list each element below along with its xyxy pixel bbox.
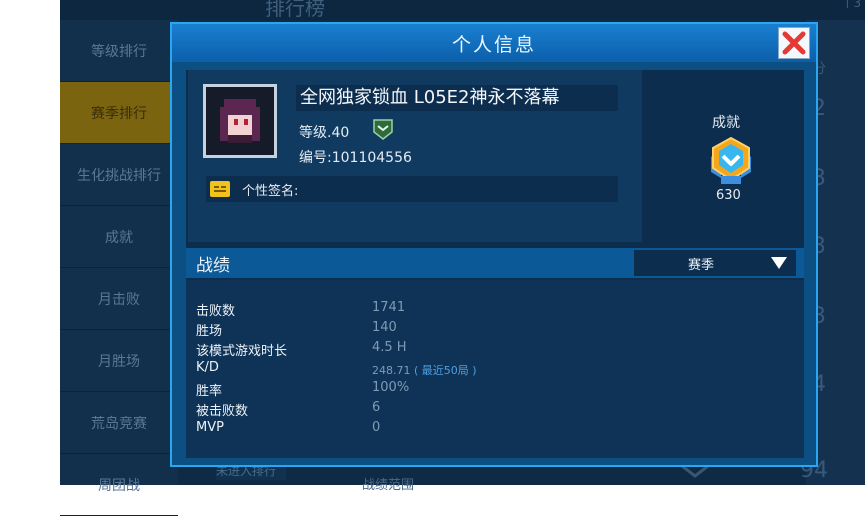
stat-value: 6 [372,400,381,415]
season-selected-label: 赛季 [688,258,715,273]
sidebar-item-weekly-team[interactable]: 周团战 [60,454,178,516]
stats-title: 战绩 [196,256,230,276]
close-button[interactable] [778,27,810,59]
sidebar-item-level-rank[interactable]: 等级排行 [60,20,178,82]
stats-table: 击败数 1741 胜场 140 该模式游戏时长 4.5 H K/D 248.71… [186,280,804,458]
signature-field: 个性签名: [206,176,618,202]
modal-content: 全网独家锁血 L05E2神永不落幕 等级.40 编号:101104556 个性签 [186,70,804,458]
stat-value: 1741 [372,300,406,315]
modal-title: 个人信息 [451,33,536,56]
stat-label: MVP [196,420,224,435]
leaderboard-sidebar: 等级排行 赛季排行 生化挑战排行 成就 月击败 月胜场 荒岛竞赛 周团战 [60,20,178,516]
leaderboard-header: 排行榜 ㄒ3 [60,0,865,20]
avatar[interactable] [203,84,277,158]
kd-value: 248.71 [372,364,411,377]
stat-label: 该模式游戏时长 [196,344,288,359]
stat-label: 击败数 [196,304,236,319]
stat-value: 100% [372,380,410,395]
stats-header: 战绩 赛季 [186,248,804,278]
stat-label: K/D [196,360,219,375]
rank-badge-icon [372,118,394,140]
id-card-icon [210,181,230,197]
player-uid: 编号:101104556 [299,150,412,166]
season-dropdown[interactable]: 赛季 [634,250,796,276]
signature-label: 个性签名: [242,184,299,199]
sidebar-item-biochem-rank[interactable]: 生化挑战排行 [60,144,178,206]
stat-label: 胜率 [196,384,223,399]
record-range-label: 战绩范围 [362,478,415,493]
caret-down-icon [770,255,788,274]
achievement-value: 630 [716,188,741,203]
player-name: 全网独家锁血 L05E2神永不落幕 [296,85,618,111]
player-level: 等级.40 [299,125,350,141]
close-icon [782,31,806,55]
leaderboard-header-right: ㄒ3 [841,0,861,10]
kd-note: ( 最近50局 ) [414,364,477,377]
modal-header: 个人信息 [172,24,816,62]
stat-label: 被击败数 [196,404,249,419]
stat-value: 4.5 H [372,340,407,355]
sidebar-item-monthly-wins[interactable]: 月胜场 [60,330,178,392]
sidebar-item-island-race[interactable]: 荒岛竞赛 [60,392,178,454]
leaderboard-title: 排行榜 [265,0,325,20]
sidebar-item-achievement[interactable]: 成就 [60,206,178,268]
stat-value: 248.71 ( 最近50局 ) [372,362,477,378]
sidebar-item-monthly-kills[interactable]: 月击败 [60,268,178,330]
stat-label: 胜场 [196,324,223,339]
profile-card: 全网独家锁血 L05E2神永不落幕 等级.40 编号:101104556 个性签 [188,70,642,242]
stat-value: 140 [372,320,397,335]
sidebar-item-season-rank[interactable]: 赛季排行 [60,82,178,144]
stat-value: 0 [372,420,381,435]
profile-modal: 个人信息 全网独家锁血 L05E2神永不落幕 等级.40 编号:10110455… [170,22,818,467]
achievement-badge-icon [707,136,755,186]
achievement-title: 成就 [712,115,740,131]
